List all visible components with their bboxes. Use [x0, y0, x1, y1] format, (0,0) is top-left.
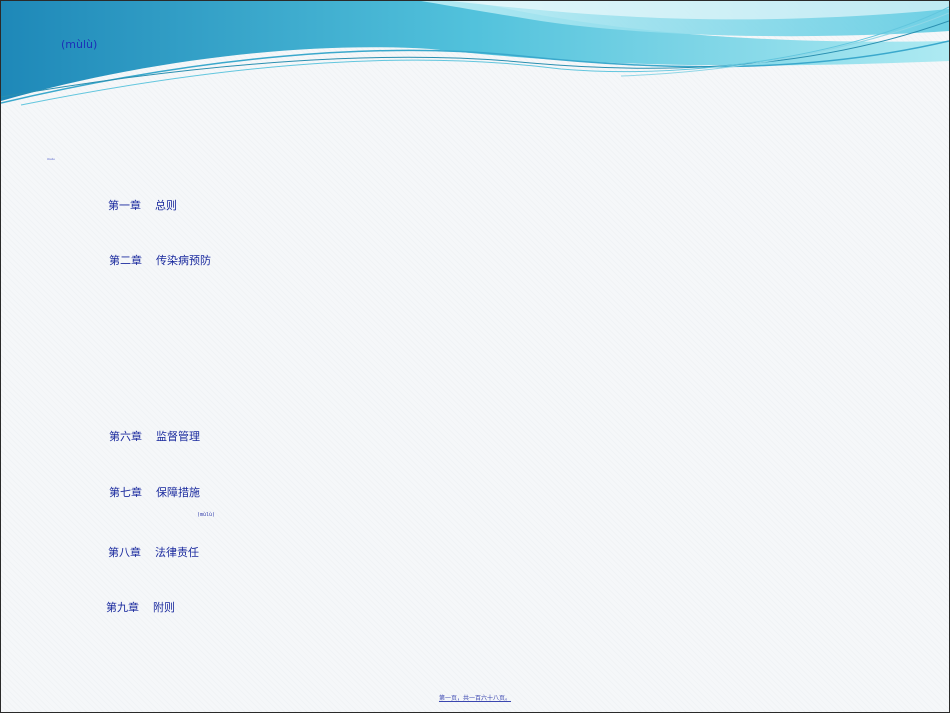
toc-item-chapter-9[interactable]: 第九章 附则	[106, 599, 175, 615]
toc-item-chapter-1[interactable]: 第一章 总则	[108, 197, 177, 213]
toc-item-chapter-8[interactable]: 第八章 法律责任	[108, 544, 199, 560]
header-tiny-mark: mulu	[47, 157, 55, 161]
header-wave-decoration	[1, 1, 949, 106]
slide: (mùlù) mulu 第一章 总则 第二章 传染病预防 第六章 监督管理 第七…	[0, 0, 950, 713]
page-footer: 第一页，共一百六十八页。	[438, 695, 511, 702]
ruby-annotation: (mùlù)	[197, 512, 216, 518]
toc-item-chapter-6[interactable]: 第六章 监督管理	[109, 428, 200, 444]
toc-item-chapter-2[interactable]: 第二章 传染病预防	[109, 252, 211, 268]
header-title: (mùlù)	[61, 38, 98, 51]
toc-item-chapter-7[interactable]: 第七章 保障措施	[109, 484, 200, 500]
